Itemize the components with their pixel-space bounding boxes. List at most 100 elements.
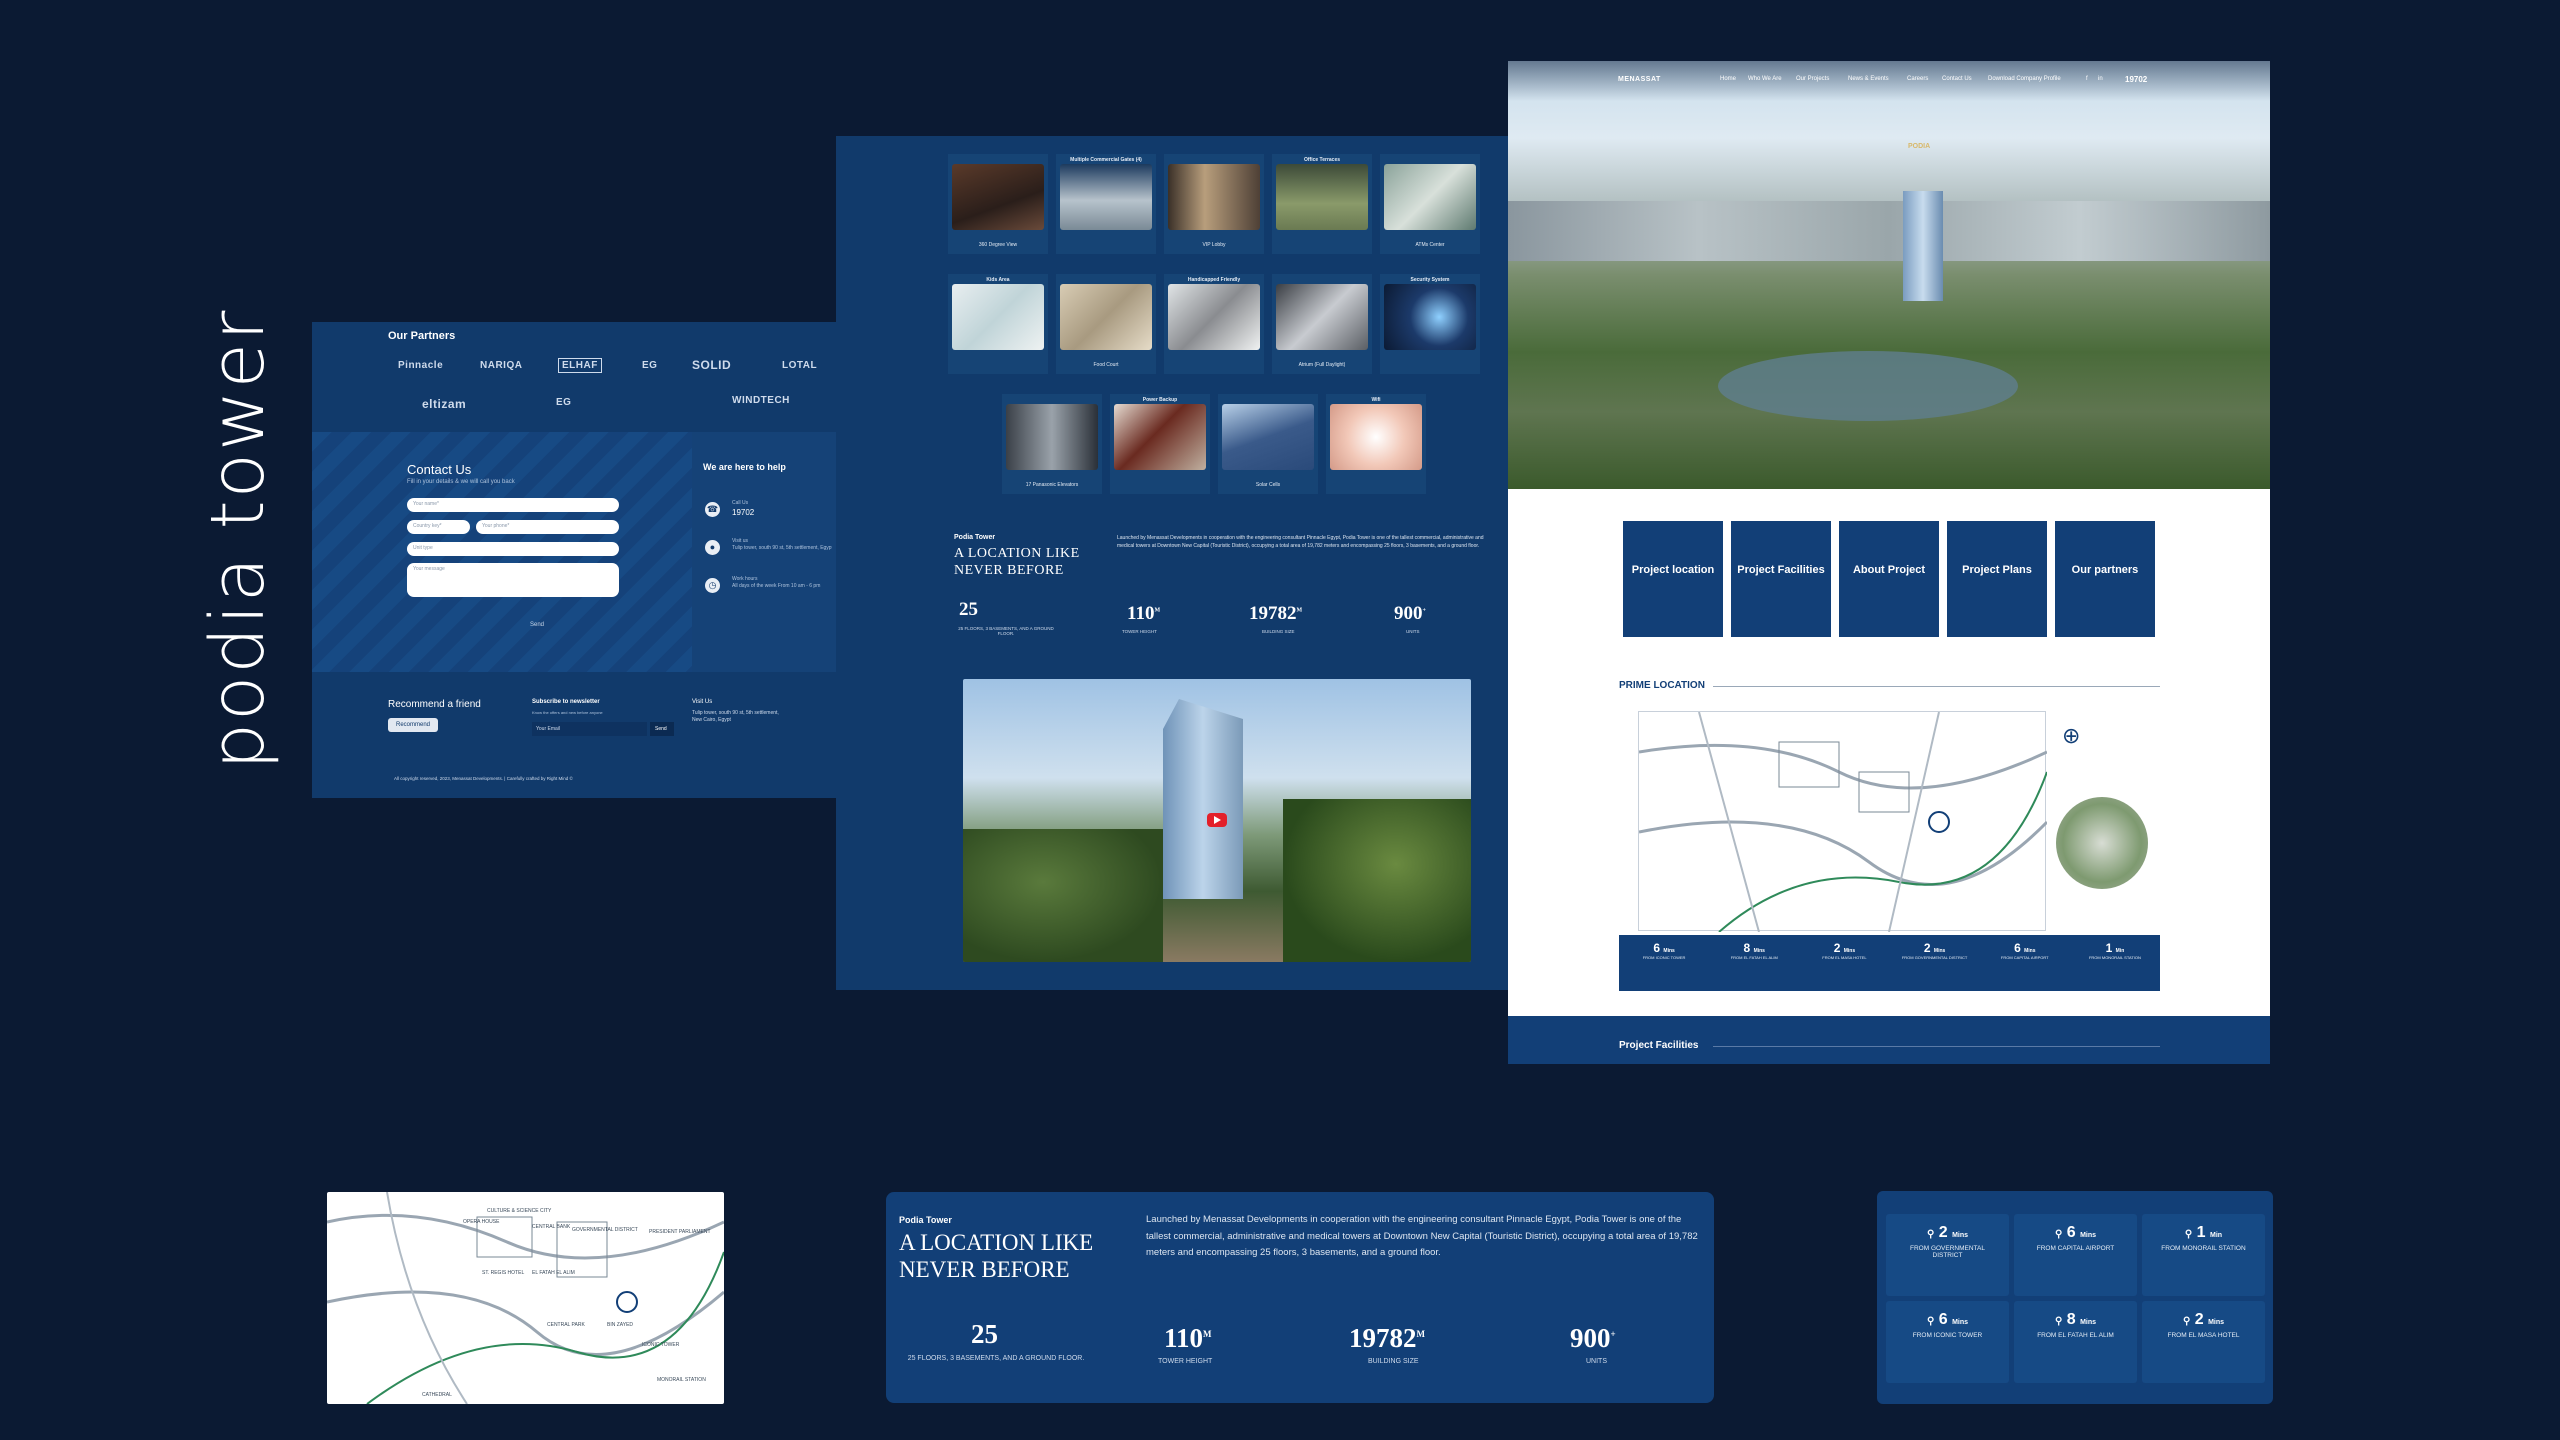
newsletter-subtitle: Know the offers and new before anyone — [532, 710, 603, 715]
facility-card[interactable]: Food Court — [1056, 274, 1156, 374]
partner-logo: ELHAF — [558, 358, 602, 373]
facility-card[interactable]: Multiple Commercial Gates (4) — [1056, 154, 1156, 254]
partner-logo: eltizam — [422, 397, 467, 411]
nav-news[interactable]: News & Events — [1848, 76, 1889, 82]
facility-card[interactable]: Wifi — [1326, 394, 1426, 494]
partner-logo: WINDTECH — [732, 395, 790, 406]
facility-card[interactable]: Solar Cells — [1218, 394, 1318, 494]
divider — [1713, 686, 2160, 687]
phone-icon: ☎ — [705, 502, 720, 517]
intro-paragraph: Launched by Menassat Developments in coo… — [1117, 535, 1484, 549]
facility-card[interactable]: VIP Lobby — [1164, 154, 1264, 254]
recommend-title: Recommend a friend — [388, 699, 481, 710]
distance-item: 6 Mins From Capital Airport — [2000, 941, 2049, 960]
facility-card[interactable]: Kids Area — [948, 274, 1048, 374]
call-value[interactable]: 19702 — [732, 508, 754, 517]
distance-item: 6 Mins From Iconic Tower — [1642, 941, 1686, 960]
tile-project-plans[interactable]: Project Plans — [1947, 521, 2047, 637]
nav-contact[interactable]: Contact Us — [1942, 76, 1972, 82]
clock-icon: ◷ — [705, 578, 720, 593]
partner-logo: EG — [556, 397, 572, 408]
nav-home[interactable]: Home — [1720, 76, 1736, 82]
country-key-field[interactable]: Country key* — [407, 520, 470, 534]
hours-value: All days of the week From 10 am - 6 pm — [732, 583, 821, 589]
partner-logo: NARIQA — [480, 360, 523, 371]
heading-line2: NEVER BEFORE — [954, 563, 1064, 578]
facility-card[interactable]: Security System — [1380, 274, 1480, 374]
phone-field[interactable]: Your phone* — [476, 520, 619, 534]
stat-number: 25 — [971, 1319, 998, 1349]
map-label: OPERA HOUSE — [463, 1219, 500, 1225]
nav-who-we-are[interactable]: Who We Are — [1748, 76, 1782, 82]
nav-careers[interactable]: Careers — [1907, 76, 1928, 82]
facility-card[interactable]: Office Terraces — [1272, 154, 1372, 254]
stats-callout: Podia Tower A LOCATION LIKE NEVER BEFORE… — [886, 1192, 1714, 1403]
stat-label: Tower height — [1122, 629, 1157, 634]
map-crop: OPERA HOUSE CULTURE & SCIENCE CITY CENTR… — [327, 1192, 724, 1404]
stat-number: 110M — [1127, 603, 1161, 624]
tile-project-facilities[interactable]: Project Facilities — [1731, 521, 1831, 637]
distance-cell: ⚲ 2 Mins From El Masa Hotel — [2142, 1301, 2265, 1383]
distance-item: 1 Min From Monorail Station — [2088, 941, 2141, 960]
contact-subtitle: Fill in your details & we will call you … — [407, 479, 515, 485]
copyright: All copyright reserved, 2023, Menassat D… — [394, 776, 573, 781]
logo[interactable]: MENASSAT — [1618, 76, 1661, 83]
stat-number: 25 — [959, 599, 978, 620]
hero-brand: PODIA — [1908, 143, 1931, 150]
distance-item: 2 Mins From Governmental District — [1901, 941, 1968, 960]
stat-number: 900+ — [1570, 1323, 1616, 1353]
heading-line2: NEVER BEFORE — [899, 1257, 1070, 1282]
eyebrow: Podia Tower — [899, 1215, 952, 1225]
nav-download-profile[interactable]: Download Company Profile — [1988, 76, 2061, 82]
stat-label: Tower height — [1158, 1358, 1213, 1365]
eyebrow: Podia Tower — [954, 534, 996, 541]
video-player[interactable] — [963, 679, 1471, 962]
partner-logo: EG — [642, 360, 658, 371]
map-label: CENTRAL BANK — [532, 1224, 571, 1230]
email-field[interactable]: Your Email — [532, 722, 647, 736]
stat-number: 110M — [1164, 1323, 1212, 1353]
facebook-icon[interactable]: f — [2086, 76, 2088, 82]
tile-project-location[interactable]: Project location — [1623, 521, 1723, 637]
tile-our-partners[interactable]: Our partners — [2055, 521, 2155, 637]
linkedin-icon[interactable]: in — [2098, 76, 2103, 82]
hotline[interactable]: 19702 — [2125, 75, 2147, 84]
tile-about-project[interactable]: About Project — [1839, 521, 1939, 637]
map-label: ST. REGIS HOTEL — [482, 1270, 525, 1276]
facilities-strip: Project Facilities — [1508, 1016, 2270, 1064]
recommend-button[interactable]: Recommend — [388, 718, 439, 732]
location-map[interactable] — [1638, 711, 2049, 933]
partner-logo: Pinnacle — [398, 360, 444, 371]
footer-bottom: Recommend a friend Recommend Subscribe t… — [312, 674, 837, 798]
newsletter-send-button[interactable]: Send — [650, 722, 674, 736]
stat-label: 25 floors, 3 basements, and a ground flo… — [958, 626, 1054, 636]
facility-card[interactable]: 17 Panasonic Elevators — [1002, 394, 1102, 494]
unit-type-select[interactable]: Unit type — [407, 542, 619, 556]
map-label: GOVERNMENTAL DISTRICT — [572, 1227, 638, 1233]
name-field[interactable]: Your name* — [407, 498, 619, 512]
stat-number: 900+ — [1394, 603, 1426, 624]
page-title: podia tower — [195, 308, 281, 770]
visit-title: Visit Us — [692, 699, 713, 705]
prime-location-title: PRIME LOCATION — [1619, 680, 1705, 691]
hours-label: Work hours — [732, 576, 758, 582]
facility-card[interactable]: Power Backup — [1110, 394, 1210, 494]
map-label: BIN ZAYED — [607, 1322, 634, 1328]
lake — [1718, 351, 2018, 421]
partners-title: Our Partners — [388, 330, 456, 342]
stat-number: 19782M — [1349, 1323, 1425, 1353]
facility-card[interactable]: Handicapped Friendly — [1164, 274, 1264, 374]
stat-label: Units — [1586, 1358, 1607, 1365]
nav-projects[interactable]: Our Projects — [1796, 76, 1829, 82]
distance-cell: ⚲ 8 Mins From El Fatah El Alim — [2014, 1301, 2137, 1383]
facility-card[interactable]: 360 Degree View — [948, 154, 1048, 254]
distance-cell: ⚲ 6 Mins From Capital Airport — [2014, 1214, 2137, 1296]
facility-card[interactable]: ATMs Center — [1380, 154, 1480, 254]
send-button[interactable]: Send — [530, 622, 544, 628]
compass-icon: ⊕ — [2062, 723, 2081, 748]
facility-card[interactable]: Atrium (Full Daylight) — [1272, 274, 1372, 374]
facilities-panel: 360 Degree View Multiple Commercial Gate… — [836, 136, 1512, 990]
message-field[interactable]: Your message — [407, 563, 619, 597]
play-icon[interactable] — [1207, 813, 1227, 827]
stat-label: Building size — [1262, 629, 1295, 634]
